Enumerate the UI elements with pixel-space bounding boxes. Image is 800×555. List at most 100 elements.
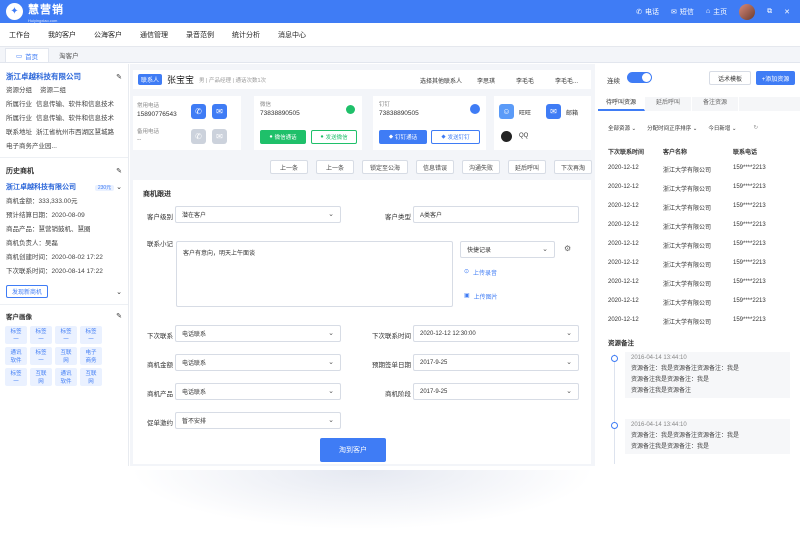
new-opportunity-button[interactable]: 发现新商机 bbox=[6, 285, 49, 298]
action-bar: 上一条 上一条 锁定至公海 信息错误 沟通失败 延后呼叫 下次再淘 bbox=[270, 160, 592, 174]
tag: 通讯软件 bbox=[5, 347, 27, 365]
close-icon[interactable]: ✕ bbox=[784, 8, 790, 16]
prev-button[interactable]: 上一条 bbox=[316, 160, 354, 174]
filter-today[interactable]: 今日新增 ⌄ bbox=[708, 124, 736, 132]
communication-failed-button[interactable]: 沟通失败 bbox=[462, 160, 500, 174]
menu-item-recordings[interactable]: 录音范例 bbox=[186, 30, 214, 40]
filter-sort[interactable]: 分配时间正序排序 ⌄ bbox=[647, 124, 697, 132]
choose-other-contact[interactable]: 选择其他联系人 bbox=[420, 76, 462, 85]
other-channels-card: ☺ 旺旺 ✉ 邮箱 QQ bbox=[494, 96, 591, 150]
phone-card: 常用电话 15890776543 备用电话 -- ✆ ✉ ✆ ✉ bbox=[133, 96, 241, 150]
qq-icon[interactable] bbox=[501, 131, 512, 142]
submit-button[interactable]: 淘到客户 bbox=[320, 438, 386, 462]
amount-badge: 230元 bbox=[94, 185, 115, 191]
next-time-button[interactable]: 下次再淘 bbox=[554, 160, 592, 174]
tag: 互联网 bbox=[80, 368, 102, 386]
next-contact-select[interactable]: 电话联系 ⌄ bbox=[175, 325, 341, 342]
edit-icon[interactable]: ✎ bbox=[116, 167, 122, 175]
form-section-title: 商机跟进 bbox=[143, 191, 171, 198]
tab-home[interactable]: ▭ 首页 bbox=[5, 48, 50, 62]
sms-backup-button[interactable]: ✉ bbox=[212, 129, 227, 144]
upload-audio-button[interactable]: ⊙ 上传录音 bbox=[464, 268, 497, 277]
call-backup-button[interactable]: ✆ bbox=[191, 129, 206, 144]
filter-resource[interactable]: 全部资源 ⌄ bbox=[608, 124, 636, 132]
tab-remark-resources[interactable]: 备注资源 bbox=[692, 97, 739, 111]
menu-item-statistics[interactable]: 统计分析 bbox=[232, 30, 260, 40]
avatar[interactable] bbox=[739, 3, 756, 20]
menu-item-communication[interactable]: 通信管理 bbox=[140, 30, 168, 40]
other-contact[interactable]: 李毛毛 bbox=[516, 76, 534, 85]
prev-button[interactable]: 上一条 bbox=[270, 160, 308, 174]
upload-image-button[interactable]: ▣ 上传图片 bbox=[464, 292, 498, 301]
other-contact[interactable]: 李思琪 bbox=[477, 76, 495, 85]
wechat-card: 微信 73838890505 ● 微信通话 ● 发送微信 bbox=[254, 96, 362, 150]
table-row[interactable]: 2020-12-12 浙江大学有限公司 159****2213 bbox=[608, 222, 766, 231]
monitor-icon: ▭ bbox=[16, 52, 23, 60]
tab-pending-call[interactable]: 待呼叫资源 bbox=[598, 97, 645, 111]
settings-icon[interactable]: ⚙ bbox=[564, 244, 571, 253]
menu-item-public-customers[interactable]: 公海客户 bbox=[94, 30, 122, 40]
switch-window-icon[interactable]: ⧉ bbox=[767, 8, 772, 16]
tag: 互联网 bbox=[30, 368, 52, 386]
other-contact[interactable]: 李毛毛... bbox=[555, 76, 578, 85]
chevron-down-icon: ⌄ bbox=[328, 359, 334, 366]
phone-link[interactable]: ✆ 电话 bbox=[636, 7, 659, 17]
customer-type-select[interactable]: A类客户 bbox=[413, 206, 579, 223]
tag: 标签一 bbox=[30, 347, 52, 365]
company-name: 浙江卓越科技有限公司 bbox=[6, 72, 81, 81]
table-row[interactable]: 2020-12-12 浙江大学有限公司 159****2213 bbox=[608, 241, 766, 250]
dingtalk-icon: ◆ bbox=[441, 134, 446, 140]
table-row[interactable]: 2020-12-12 浙江大学有限公司 159****2213 bbox=[608, 298, 766, 307]
stage-select[interactable]: 2017-9-25 ⌄ bbox=[413, 383, 579, 400]
contact-note-textarea[interactable]: 客户有意向，明天上午面谈 bbox=[176, 241, 453, 307]
image-icon: ▣ bbox=[464, 293, 470, 299]
quick-record-select[interactable]: 快捷记录 ⌄ bbox=[460, 241, 555, 258]
chevron-down-icon[interactable]: ⌄ bbox=[116, 288, 122, 296]
refresh-icon[interactable]: ↻ bbox=[753, 125, 758, 131]
continuous-toggle[interactable] bbox=[627, 72, 652, 83]
info-error-button[interactable]: 信息错误 bbox=[416, 160, 454, 174]
dingtalk-call-button[interactable]: ◆ 钉钉通话 bbox=[379, 130, 427, 144]
customer-level-select[interactable]: 潜在客户 ⌄ bbox=[175, 206, 341, 223]
email-icon[interactable]: ✉ bbox=[546, 104, 561, 119]
decorative-shadow bbox=[130, 470, 595, 530]
menu-item-workbench[interactable]: 工作台 bbox=[9, 30, 30, 40]
wechat-call-button[interactable]: ● 微信通话 bbox=[260, 130, 306, 144]
table-row[interactable]: 2020-12-12 浙江大学有限公司 159****2213 bbox=[608, 317, 766, 326]
menu-item-messages[interactable]: 消息中心 bbox=[278, 30, 306, 40]
edit-icon[interactable]: ✎ bbox=[116, 73, 122, 81]
table-row[interactable]: 2020-12-12 浙江大学有限公司 159****2213 bbox=[608, 184, 766, 193]
history-company: 浙江卓越科技有限公司 bbox=[6, 184, 76, 191]
message-link[interactable]: ✉ 短信 bbox=[671, 7, 694, 17]
sign-date-picker[interactable]: 2017-9-25 ⌄ bbox=[413, 354, 579, 371]
table-row[interactable]: 2020-12-12 浙江大学有限公司 159****2213 bbox=[608, 260, 766, 269]
edit-icon[interactable]: ✎ bbox=[116, 312, 122, 320]
table-row[interactable]: 2020-12-12 浙江大学有限公司 159****2213 bbox=[608, 165, 766, 174]
menu-item-my-customers[interactable]: 我的客户 bbox=[48, 30, 76, 40]
tab-delayed-call[interactable]: 延后呼叫 bbox=[645, 97, 692, 111]
dingtalk-send-button[interactable]: ◆ 发送钉钉 bbox=[431, 130, 480, 144]
timeline-dot bbox=[611, 355, 618, 362]
amount-select[interactable]: 电话联系 ⌄ bbox=[175, 354, 341, 371]
wangwang-icon[interactable]: ☺ bbox=[499, 104, 514, 119]
tag: 标签一 bbox=[80, 326, 102, 344]
call-button[interactable]: ✆ bbox=[191, 104, 206, 119]
home-link[interactable]: ⌂ 主页 bbox=[706, 7, 727, 17]
table-row[interactable]: 2020-12-12 浙江大学有限公司 159****2213 bbox=[608, 279, 766, 288]
delay-call-button[interactable]: 延后呼叫 bbox=[508, 160, 546, 174]
tab-find-customers[interactable]: 淘客户 bbox=[49, 48, 89, 62]
lock-to-public-button[interactable]: 锁定至公海 bbox=[362, 160, 408, 174]
script-template-button[interactable]: 话术模板 bbox=[709, 71, 751, 85]
promo-select[interactable]: 暂不安排 ⌄ bbox=[175, 412, 341, 429]
dingtalk-icon: ◆ bbox=[388, 134, 394, 140]
next-contact-time-picker[interactable]: 2020-12-12 12:30:00 ⌄ bbox=[413, 325, 579, 342]
table-row[interactable]: 2020-12-12 浙江大学有限公司 159****2213 bbox=[608, 203, 766, 212]
wechat-send-button[interactable]: ● 发送微信 bbox=[311, 130, 357, 144]
wechat-icon: ● bbox=[269, 134, 273, 140]
product-select[interactable]: 电话联系 ⌄ bbox=[175, 383, 341, 400]
chevron-down-icon[interactable]: ⌄ bbox=[116, 184, 122, 191]
logo[interactable]: ✦ 慧营销 Huiyingxiao.com bbox=[6, 1, 64, 23]
add-resource-button[interactable]: +添加资源 bbox=[756, 71, 795, 85]
home-icon: ⌂ bbox=[705, 8, 711, 15]
sms-button[interactable]: ✉ bbox=[212, 104, 227, 119]
